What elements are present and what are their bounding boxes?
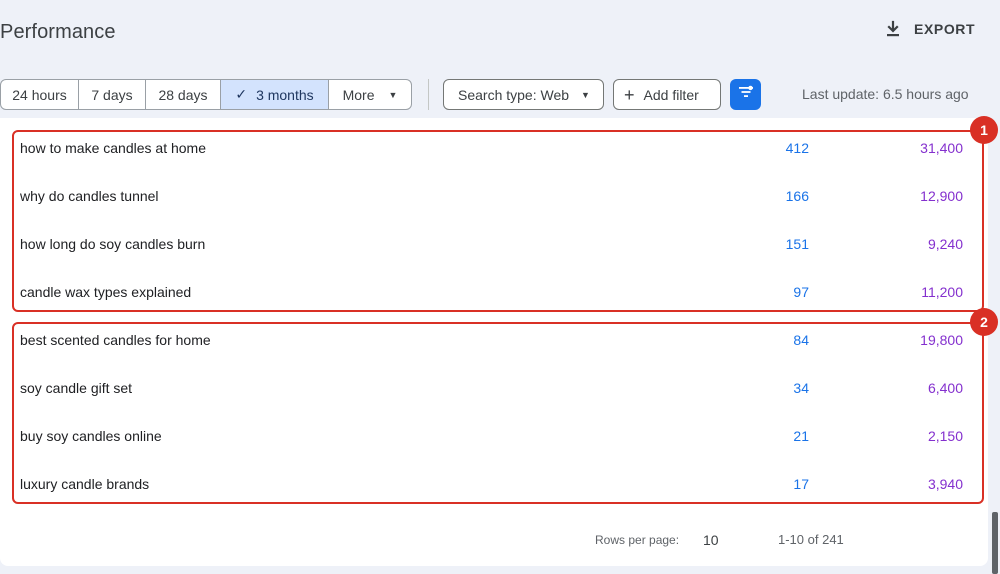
annotation-badge-1: 1 bbox=[970, 116, 998, 144]
date-range-7-days[interactable]: 7 days bbox=[79, 80, 146, 109]
caret-down-icon: ▼ bbox=[581, 89, 590, 100]
search-type-label: Search type: Web bbox=[458, 86, 570, 103]
scrollbar-thumb[interactable] bbox=[992, 512, 998, 574]
date-range-label: 3 months bbox=[256, 86, 314, 103]
date-range-selector: 24 hours 7 days 28 days ✓ 3 months More … bbox=[0, 79, 412, 110]
toolbar-divider bbox=[428, 79, 429, 110]
check-icon: ✓ bbox=[235, 86, 248, 102]
annotation-badge-2: 2 bbox=[970, 308, 998, 336]
download-icon bbox=[884, 20, 902, 38]
export-button[interactable]: EXPORT bbox=[884, 20, 975, 38]
add-filter-label: Add filter bbox=[643, 86, 699, 103]
page-title: Performance bbox=[0, 21, 116, 43]
annotation-box-2 bbox=[12, 322, 984, 504]
search-type-dropdown[interactable]: Search type: Web ▼ bbox=[443, 79, 604, 110]
filter-list-icon bbox=[738, 85, 754, 104]
last-update-text: Last update: 6.5 hours ago bbox=[802, 86, 969, 102]
date-range-label: More bbox=[342, 86, 375, 103]
pagination-range: 1-10 of 241 bbox=[778, 532, 844, 547]
date-range-28-days[interactable]: 28 days bbox=[146, 80, 221, 109]
date-range-3-months[interactable]: ✓ 3 months bbox=[221, 80, 329, 109]
filter-options-button[interactable] bbox=[730, 79, 761, 110]
toolbar: 24 hours 7 days 28 days ✓ 3 months More … bbox=[0, 79, 1000, 110]
rows-per-page-select[interactable]: 10 bbox=[703, 532, 719, 548]
date-range-label: 28 days bbox=[158, 86, 208, 103]
annotation-box-1 bbox=[12, 130, 984, 312]
add-filter-button[interactable]: + Add filter bbox=[613, 79, 721, 110]
export-label: EXPORT bbox=[914, 21, 976, 37]
date-range-more[interactable]: More ▼ bbox=[329, 80, 411, 109]
caret-down-icon: ▼ bbox=[388, 89, 398, 100]
performance-page: Performance EXPORT 24 hours 7 days 28 da… bbox=[0, 0, 1000, 574]
rows-per-page-label: Rows per page: bbox=[595, 533, 680, 547]
plus-icon: + bbox=[624, 84, 635, 105]
date-range-24-hours[interactable]: 24 hours bbox=[1, 80, 79, 109]
date-range-label: 24 hours bbox=[12, 86, 67, 103]
date-range-label: 7 days bbox=[91, 86, 133, 103]
